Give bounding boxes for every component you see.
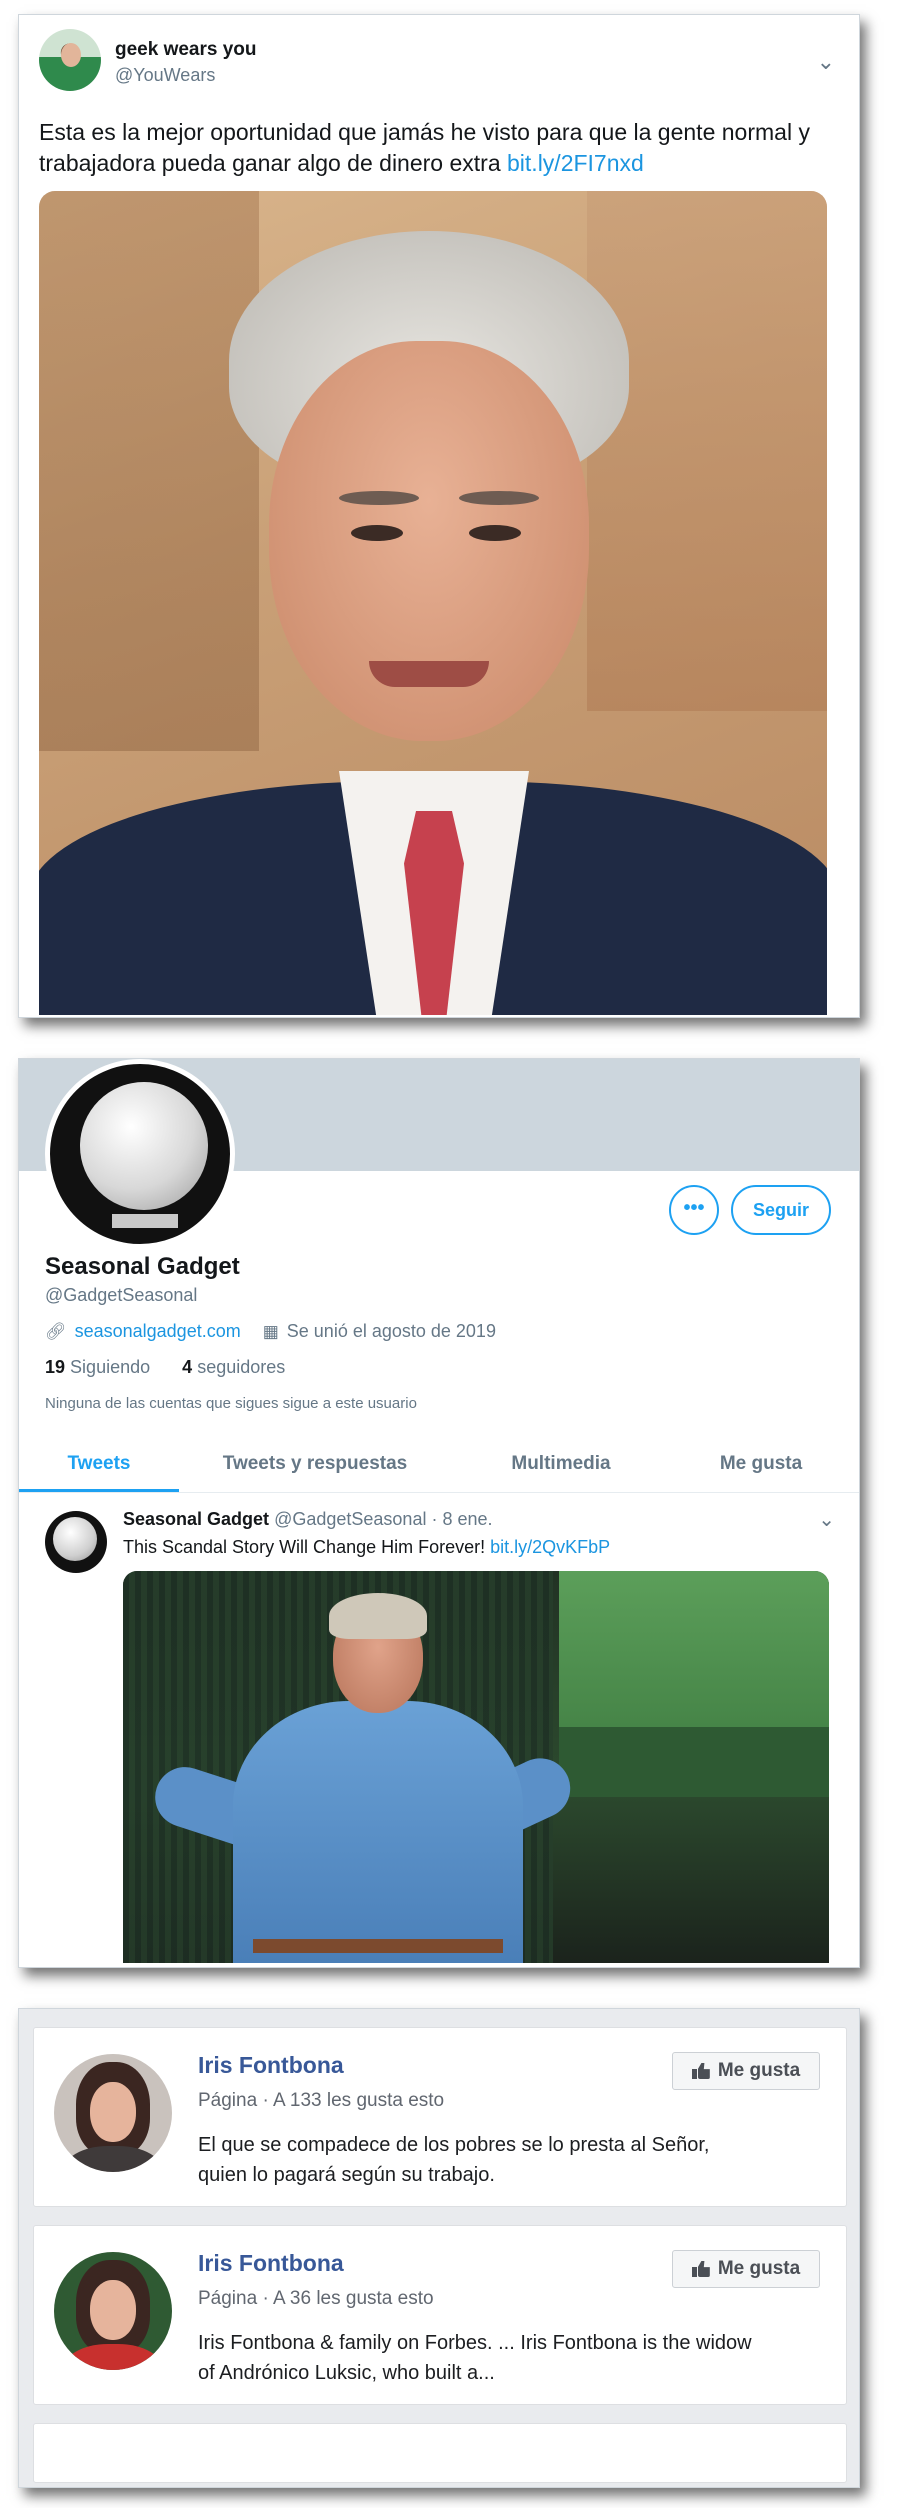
tweet-author-name[interactable]: Seasonal Gadget <box>123 1509 269 1529</box>
tab-media[interactable]: Multimedia <box>451 1431 671 1492</box>
tweet-link[interactable]: bit.ly/2FI7nxd <box>507 150 644 176</box>
follow-counts: 19 Siguiendo 4 seguidores <box>45 1357 285 1378</box>
belt <box>253 1939 503 1953</box>
face <box>90 2280 136 2340</box>
background-painting <box>587 191 827 711</box>
like-label: Me gusta <box>717 2258 801 2279</box>
profile-handle: @GadgetSeasonal <box>45 1285 198 1305</box>
tweet-header: Seasonal Gadget @GadgetSeasonal · 8 ene. <box>123 1509 493 1530</box>
background-painting <box>39 191 259 751</box>
page-result[interactable] <box>33 2423 847 2483</box>
followers-note: Ninguna de las cuentas que sigues sigue … <box>45 1395 417 1412</box>
profile-card: ••• Seguir Seasonal Gadget @GadgetSeason… <box>18 1058 860 1968</box>
profile-name: Seasonal Gadget <box>45 1253 240 1280</box>
stadium-banner <box>559 1727 829 1797</box>
following-label[interactable]: Siguiendo <box>70 1357 150 1377</box>
tweet-body: This Scandal Story Will Change Him Forev… <box>123 1537 491 1557</box>
link-icon: 🔗︎ <box>45 1321 67 1341</box>
follow-button[interactable]: Seguir <box>731 1185 831 1235</box>
tab-tweets[interactable]: Tweets <box>19 1431 179 1492</box>
user-handle[interactable]: @YouWears <box>115 65 215 86</box>
avatar-face <box>61 43 81 67</box>
like-button[interactable]: Me gusta <box>672 2052 820 2090</box>
chevron-down-icon[interactable]: ⌄ <box>817 49 835 75</box>
page-name[interactable]: Iris Fontbona <box>198 2250 344 2277</box>
lamp-globe <box>53 1517 97 1561</box>
followers-label[interactable]: seguidores <box>197 1357 285 1377</box>
calendar-icon: ▦ <box>262 1321 279 1341</box>
user-name[interactable]: geek wears you <box>115 39 257 61</box>
tweet-link[interactable]: bit.ly/2QvKFbP <box>490 1537 610 1557</box>
page-meta: Página · A 36 les gusta esto <box>198 2288 434 2309</box>
like-button[interactable]: Me gusta <box>672 2250 820 2288</box>
hair <box>329 1593 427 1639</box>
tweet-date[interactable]: · 8 ene. <box>431 1509 492 1529</box>
following-count[interactable]: 19 <box>45 1357 65 1377</box>
eyebrow <box>459 491 539 505</box>
tab-tweets-replies[interactable]: Tweets y respuestas <box>179 1431 451 1492</box>
profile-tabs: Tweets Tweets y respuestas Multimedia Me… <box>19 1431 859 1493</box>
tweet-photo[interactable] <box>123 1571 829 1963</box>
user-avatar[interactable] <box>39 29 101 91</box>
tweet-item[interactable]: Seasonal Gadget @GadgetSeasonal · 8 ene.… <box>19 1495 859 1967</box>
chevron-down-icon[interactable]: ⌄ <box>818 1507 835 1532</box>
page-result[interactable]: Iris Fontbona Página · A 36 les gusta es… <box>33 2225 847 2405</box>
lamp-globe <box>80 1082 208 1210</box>
profile-avatar[interactable] <box>45 1059 235 1249</box>
profile-website[interactable]: seasonalgadget.com <box>75 1321 241 1342</box>
page-avatar[interactable] <box>54 2054 172 2172</box>
followers-count[interactable]: 4 <box>182 1357 192 1377</box>
tweet-author-handle[interactable]: @GadgetSeasonal <box>274 1509 426 1529</box>
thumbs-up-icon <box>691 2261 710 2277</box>
facebook-results: Iris Fontbona Página · A 133 les gusta e… <box>18 2008 860 2488</box>
page-snippet: Iris Fontbona & family on Forbes. ... Ir… <box>198 2332 752 2384</box>
profile-meta: 🔗︎ seasonalgadget.com ▦ Se unió el agost… <box>45 1321 496 1342</box>
more-options-button[interactable]: ••• <box>669 1185 719 1235</box>
eye <box>469 525 521 541</box>
page-snippet: El que se compadece de los pobres se lo … <box>198 2134 710 2186</box>
eye <box>351 525 403 541</box>
page-name[interactable]: Iris Fontbona <box>198 2052 344 2079</box>
tweet-text: Esta es la mejor oportunidad que jamás h… <box>39 117 829 179</box>
page-result[interactable]: Iris Fontbona Página · A 133 les gusta e… <box>33 2027 847 2207</box>
tweet-photo[interactable] <box>39 191 827 1015</box>
mouth <box>369 661 489 687</box>
thumbs-up-icon <box>691 2063 710 2079</box>
tweet-text: This Scandal Story Will Change Him Forev… <box>123 1537 610 1558</box>
join-date: Se unió el agosto de 2019 <box>286 1321 496 1341</box>
shirt <box>233 1701 523 1963</box>
page-avatar[interactable] <box>54 2252 172 2370</box>
page-meta: Página · A 133 les gusta esto <box>198 2090 445 2111</box>
lamp-base <box>112 1214 178 1228</box>
tweet-card: geek wears you @YouWears ⌄ Esta es la me… <box>18 14 860 1018</box>
tab-likes[interactable]: Me gusta <box>671 1431 851 1492</box>
tweet-avatar[interactable] <box>45 1511 107 1573</box>
face <box>90 2082 136 2142</box>
eyebrow <box>339 491 419 505</box>
like-label: Me gusta <box>717 2060 801 2081</box>
tweet-body: Esta es la mejor oportunidad que jamás h… <box>39 119 810 176</box>
